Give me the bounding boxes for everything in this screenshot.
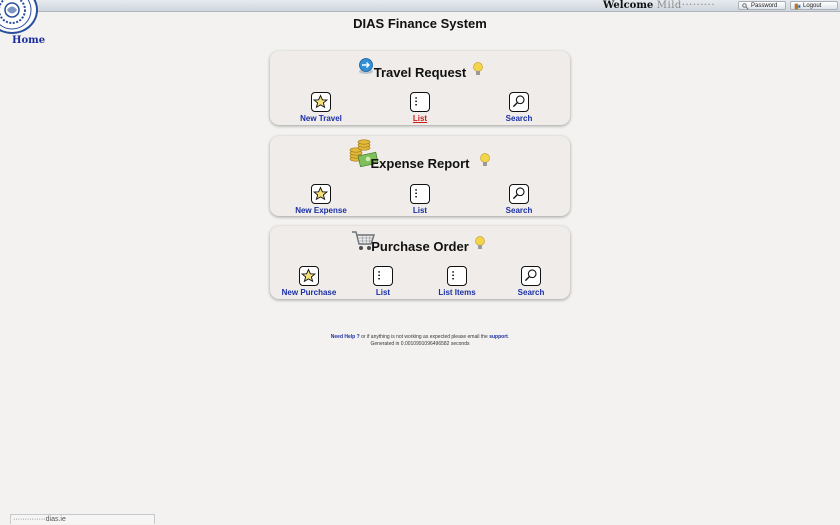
purchase-search-label: Search	[517, 288, 545, 297]
list-icon	[410, 184, 430, 204]
star-icon	[311, 184, 331, 204]
expense-list-label: List	[412, 206, 428, 215]
star-icon	[299, 266, 319, 286]
travel-request-panel: Travel Request New Travel List Search	[270, 51, 570, 125]
new-travel-button[interactable]: New Travel	[281, 92, 361, 123]
travel-list-button[interactable]: List	[380, 92, 460, 123]
purchase-list-label: List	[375, 288, 391, 297]
support-link[interactable]: support	[489, 334, 508, 340]
expense-list-button[interactable]: List	[380, 184, 460, 215]
welcome-label: Welcome	[603, 0, 654, 11]
welcome-message: Welcome Mild·········	[603, 0, 715, 11]
list-icon	[447, 266, 467, 286]
travel-search-button[interactable]: Search	[479, 92, 559, 123]
welcome-username: Mild·········	[656, 0, 715, 11]
help-line: Need Help ? or if anything is not workin…	[0, 334, 840, 340]
travel-request-title: Travel Request	[373, 65, 467, 80]
travel-list-label: List	[412, 114, 428, 123]
purchase-order-panel: Purchase Order New Purchase List List It…	[270, 226, 570, 299]
password-button[interactable]: Password	[738, 1, 786, 10]
expense-search-label: Search	[505, 206, 533, 215]
list-icon	[410, 92, 430, 112]
purchase-list-items-label: List Items	[438, 288, 476, 297]
help-text: or if anything is not working as expecte…	[359, 334, 490, 340]
new-purchase-label: New Purchase	[281, 288, 337, 297]
expense-report-title: Expense Report	[370, 156, 470, 171]
magnifier-icon	[509, 92, 529, 112]
purchase-list-items-button[interactable]: List Items	[417, 266, 497, 297]
magnifier-icon	[509, 184, 529, 204]
purchase-order-title: Purchase Order	[371, 239, 469, 254]
purchase-search-button[interactable]: Search	[491, 266, 571, 297]
home-link[interactable]: Home	[12, 35, 45, 46]
magnifier-icon	[521, 266, 541, 286]
star-icon	[311, 92, 331, 112]
logout-button[interactable]: Logout	[790, 1, 838, 10]
list-icon	[373, 266, 393, 286]
purchase-list-button[interactable]: List	[343, 266, 423, 297]
new-expense-label: New Expense	[295, 206, 347, 215]
need-help-link[interactable]: Need Help ?	[331, 334, 360, 340]
logout-label: Logout	[803, 3, 822, 9]
lightbulb-icon[interactable]	[479, 152, 491, 168]
status-bar-url: ··············dias.ie	[10, 514, 155, 524]
logout-icon	[794, 3, 801, 10]
generated-time: Generated in 0.0010991096496582 seconds	[370, 341, 470, 347]
lightbulb-icon[interactable]	[474, 235, 486, 251]
lightbulb-icon[interactable]	[472, 61, 484, 77]
key-icon	[742, 3, 749, 10]
help-period: .	[507, 334, 510, 340]
new-expense-button[interactable]: New Expense	[281, 184, 361, 215]
page-title: DIAS Finance System	[353, 16, 487, 31]
expense-report-panel: Expense Report New Expense List Search	[270, 136, 570, 216]
new-travel-label: New Travel	[300, 114, 342, 123]
new-purchase-button[interactable]: New Purchase	[269, 266, 349, 297]
expense-search-button[interactable]: Search	[479, 184, 559, 215]
travel-search-label: Search	[505, 114, 533, 123]
password-label: Password	[751, 3, 778, 9]
